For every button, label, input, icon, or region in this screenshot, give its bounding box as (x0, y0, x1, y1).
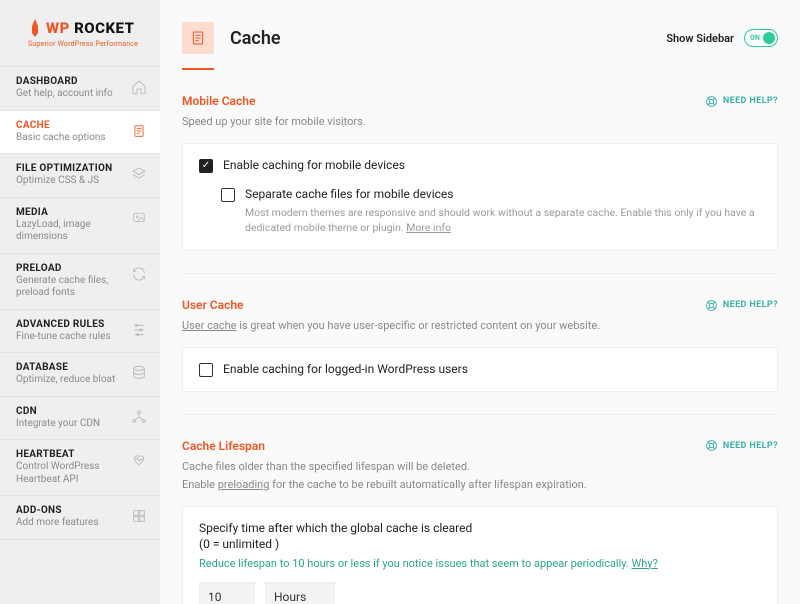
need-help-text: NEED HELP? (723, 96, 778, 106)
toggle-label: ON (750, 34, 760, 42)
nav-advanced-rules[interactable]: ADVANCED RULESFine-tune cache rules (0, 310, 160, 354)
help-icon (705, 439, 718, 452)
preloading-link[interactable]: preloading (218, 478, 270, 491)
network-icon (130, 408, 148, 426)
nav-item-sub: Add more features (16, 517, 98, 530)
help-icon (705, 299, 718, 312)
nav-heartbeat[interactable]: HEARTBEATControl WordPress Heartbeat API (0, 440, 160, 496)
mobile-cache-card: Enable caching for mobile devices Separa… (182, 143, 778, 252)
need-help-text: NEED HELP? (723, 300, 778, 310)
main-content: Cache Show Sidebar ON Mobile Cache NEED … (160, 0, 800, 604)
enable-user-cache-label: Enable caching for logged-in WordPress u… (223, 362, 468, 376)
user-cache-card: Enable caching for logged-in WordPress u… (182, 347, 778, 392)
image-icon (130, 209, 148, 227)
lifespan-unit-select[interactable]: Hours (265, 582, 335, 604)
nav-item-title: CDN (16, 406, 100, 417)
section-desc: Speed up your site for mobile visitors. (182, 114, 778, 131)
section-user-cache: User Cache NEED HELP? User cache is grea… (182, 273, 778, 414)
nav-item-title: DATABASE (16, 362, 115, 373)
nav-item-title: MEDIA (16, 207, 130, 218)
nav-item-sub: LazyLoad, image dimensions (16, 219, 130, 244)
toggle-knob (763, 32, 775, 44)
show-sidebar-toggle[interactable]: ON (744, 29, 778, 47)
why-link[interactable]: Why? (632, 557, 658, 570)
nav-item-title: DASHBOARD (16, 76, 113, 87)
nav-dashboard[interactable]: DASHBOARDGet help, account info (0, 66, 160, 111)
more-info-link[interactable]: More info (406, 221, 451, 234)
lifespan-card-title-2: (0 = unlimited ) (199, 537, 761, 551)
enable-mobile-cache-checkbox[interactable] (199, 159, 213, 173)
database-icon (130, 364, 148, 382)
nav-item-sub: Optimize CSS & JS (16, 175, 113, 188)
sidebar: WP ROCKET Superior WordPress Performance… (0, 0, 160, 604)
refresh-icon (130, 265, 148, 283)
user-cache-link[interactable]: User cache (182, 319, 237, 332)
logo: WP ROCKET Superior WordPress Performance (0, 0, 160, 58)
sliders-icon (130, 321, 148, 339)
nav-item-sub: Get help, account info (16, 88, 113, 101)
lifespan-card: Specify time after which the global cach… (182, 506, 778, 604)
enable-mobile-cache-label: Enable caching for mobile devices (223, 158, 405, 172)
nav-item-title: PRELOAD (16, 263, 130, 274)
nav: DASHBOARDGet help, account info CACHEBas… (0, 66, 160, 540)
section-desc: User cache is great when you have user-s… (182, 318, 778, 335)
logo-wp: WP (46, 19, 70, 37)
show-sidebar-label: Show Sidebar (666, 32, 734, 45)
page-header-icon (182, 22, 214, 54)
nav-preload[interactable]: PRELOADGenerate cache files, preload fon… (0, 254, 160, 310)
need-help-link[interactable]: NEED HELP? (705, 439, 778, 452)
nav-item-title: ADVANCED RULES (16, 319, 111, 330)
nav-item-sub: Integrate your CDN (16, 418, 100, 431)
need-help-link[interactable]: NEED HELP? (705, 299, 778, 312)
nav-item-sub: Basic cache options (16, 132, 106, 145)
logo-tagline: Superior WordPress Performance (28, 40, 144, 48)
nav-cache[interactable]: CACHEBasic cache options (0, 111, 160, 155)
nav-item-title: HEARTBEAT (16, 449, 130, 460)
logo-name: ROCKET (74, 19, 134, 37)
lifespan-card-title-1: Specify time after which the global cach… (199, 521, 761, 535)
nav-media[interactable]: MEDIALazyLoad, image dimensions (0, 198, 160, 254)
need-help-link[interactable]: NEED HELP? (705, 95, 778, 108)
need-help-text: NEED HELP? (723, 441, 778, 451)
lifespan-desc-1: Cache files older than the specified lif… (182, 459, 778, 476)
nav-database[interactable]: DATABASEOptimize, reduce bloat (0, 353, 160, 397)
nav-item-sub: Optimize, reduce bloat (16, 374, 115, 387)
nav-item-title: ADD-ONS (16, 505, 98, 516)
page-header: Cache Show Sidebar ON (182, 0, 778, 68)
enable-user-cache-checkbox[interactable] (199, 363, 213, 377)
separate-cache-desc: Most modern themes are responsive and sh… (245, 205, 761, 237)
nav-item-sub: Generate cache files, preload fonts (16, 275, 130, 300)
section-mobile-cache: Mobile Cache NEED HELP? Speed up your si… (182, 70, 778, 273)
page-icon (130, 122, 148, 140)
page-title: Cache (230, 28, 281, 49)
nav-item-title: CACHE (16, 120, 106, 131)
separate-cache-checkbox[interactable] (221, 188, 235, 202)
lifespan-value-input[interactable] (199, 582, 255, 604)
nav-file-optimization[interactable]: FILE OPTIMIZATIONOptimize CSS & JS (0, 154, 160, 198)
section-title: User Cache (182, 298, 244, 312)
section-title: Cache Lifespan (182, 439, 265, 453)
nav-item-sub: Fine-tune cache rules (16, 331, 111, 344)
lifespan-hint: Reduce lifespan to 10 hours or less if y… (199, 557, 761, 570)
lifespan-desc-2: Enable preloading for the cache to be re… (182, 477, 778, 494)
nav-item-title: FILE OPTIMIZATION (16, 163, 113, 174)
puzzle-icon (130, 507, 148, 525)
nav-cdn[interactable]: CDNIntegrate your CDN (0, 397, 160, 441)
section-title: Mobile Cache (182, 94, 255, 108)
rocket-icon (28, 18, 42, 38)
heartbeat-icon (130, 451, 148, 469)
nav-item-sub: Control WordPress Heartbeat API (16, 461, 130, 486)
section-cache-lifespan: Cache Lifespan NEED HELP? Cache files ol… (182, 414, 778, 604)
nav-add-ons[interactable]: ADD-ONSAdd more features (0, 496, 160, 540)
separate-cache-label: Separate cache files for mobile devices (245, 187, 761, 201)
help-icon (705, 95, 718, 108)
home-icon (130, 78, 148, 96)
layers-icon (130, 165, 148, 183)
